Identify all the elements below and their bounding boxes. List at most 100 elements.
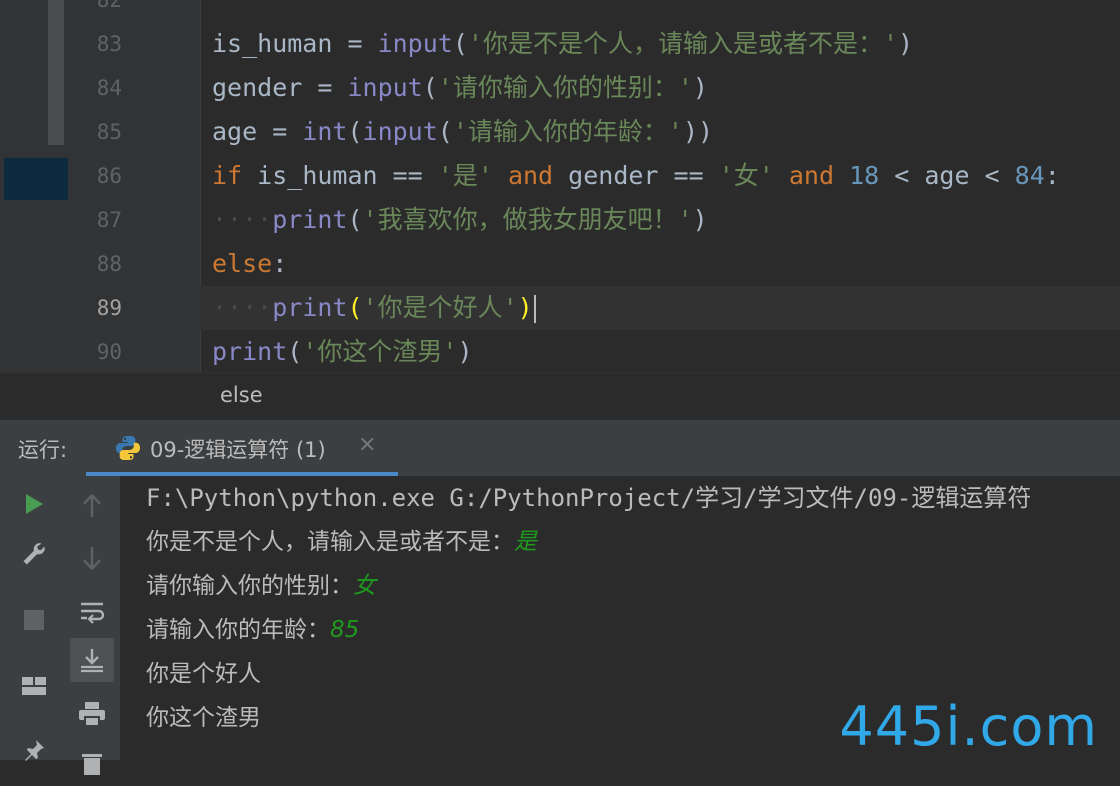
code-token: = [332, 29, 378, 58]
pin-icon [25, 740, 44, 761]
code-line-84[interactable]: gender = input('请你输入你的性别：') [212, 66, 708, 110]
code-token: ) [457, 337, 473, 366]
soft-wrap-icon [81, 602, 105, 624]
code-token: if [212, 161, 243, 190]
close-icon[interactable]: × [358, 432, 376, 457]
code-editor[interactable]: 82 83 84 85 86 87 88 89 90 is_human = in… [0, 0, 1120, 372]
code-token: '你是个好人' [362, 293, 518, 322]
console-command: F:\Python\python.exe G:/PythonProject/学习… [146, 484, 1032, 512]
code-token: 84 [1014, 161, 1045, 190]
code-token: gender == [553, 161, 719, 190]
code-token: ) [692, 205, 708, 234]
run-icon [26, 494, 43, 514]
code-token: input [347, 73, 423, 102]
clear-all-button[interactable] [70, 742, 114, 786]
code-line-86[interactable]: if is_human == '是' and gender == '女' and… [212, 154, 1060, 198]
tool-strip-highlight [4, 158, 68, 200]
code-token: ( [452, 29, 468, 58]
run-tab[interactable]: 09-逻辑运算符 (1) × [86, 420, 398, 476]
console-line: 你是不是个人，请输入是或者不是：是 [146, 520, 537, 564]
code-token: '你是不是个人，请输入是或者不是：' [467, 29, 899, 58]
left-tool-strip [0, 0, 68, 372]
code-token: else [212, 249, 273, 278]
code-token: : [272, 249, 288, 278]
line-number: 88 [96, 252, 122, 276]
code-token: input [362, 117, 438, 146]
print-button[interactable] [70, 692, 114, 736]
console-output-text: 你这个渣男 [146, 705, 261, 731]
console-line: 你是个好人 [146, 652, 261, 696]
code-token: : [1044, 161, 1060, 190]
code-token: and [788, 161, 835, 190]
code-token: < age < [879, 161, 1015, 190]
code-token: 18 [849, 161, 880, 190]
run-tab-title: 09-逻辑运算符 (1) [150, 438, 326, 462]
watermark: 445i.com [839, 695, 1098, 758]
code-token: print [272, 205, 348, 234]
console-line: 请你输入你的性别：女 [146, 564, 376, 608]
pin-tab-button[interactable] [12, 728, 56, 772]
code-token: '女' [718, 161, 774, 190]
code-token: '我喜欢你，做我女朋友吧！' [362, 205, 693, 234]
console-user-input: 85 [330, 617, 360, 643]
line-number: 82 [96, 0, 122, 12]
code-token: gender [212, 73, 303, 102]
code-line-83[interactable]: is_human = input('你是不是个人，请输入是或者不是：') [212, 22, 913, 66]
code-line-87[interactable]: ····print('我喜欢你，做我女朋友吧！') [212, 198, 708, 242]
code-token: = [302, 73, 348, 102]
code-line-89[interactable]: ····print('你是个好人') [212, 286, 536, 330]
code-token: age [212, 117, 258, 146]
code-token: ) [898, 29, 914, 58]
code-line-85[interactable]: age = int(input('请输入你的年龄：')) [212, 110, 713, 154]
line-number: 84 [96, 76, 122, 100]
breadcrumb-item[interactable]: else [220, 383, 263, 407]
matched-brace: ( [347, 293, 363, 322]
line-number: 86 [96, 164, 122, 188]
code-token: = [257, 117, 303, 146]
arrow-down-icon [83, 547, 101, 570]
line-number: 83 [96, 32, 122, 56]
console-prompt: 请你输入你的性别： [146, 573, 353, 599]
stop-button[interactable] [12, 598, 56, 642]
run-toolbar-primary [0, 476, 65, 761]
run-button[interactable] [12, 482, 56, 526]
indent-guide: ···· [212, 205, 273, 234]
code-token: int [302, 117, 348, 146]
restore-layout-button[interactable] [12, 664, 56, 708]
console-line: F:\Python\python.exe G:/PythonProject/学习… [146, 476, 1031, 520]
console-prompt: 请输入你的年龄： [146, 617, 330, 643]
code-line-88[interactable]: else: [212, 242, 287, 286]
line-number: 87 [96, 208, 122, 232]
soft-wrap-button[interactable] [70, 590, 114, 634]
code-token: and [507, 161, 554, 190]
line-number-current: 89 [96, 296, 122, 320]
code-token: is_human == [242, 161, 438, 190]
tool-strip-scroll [48, 0, 64, 145]
console-line: 请输入你的年龄：85 [146, 608, 359, 652]
code-token: ( [287, 337, 303, 366]
settings-button[interactable] [12, 532, 56, 576]
code-token: ( [347, 205, 363, 234]
code-token: print [212, 337, 288, 366]
run-toolbar-secondary [64, 476, 121, 775]
wrench-icon [23, 543, 45, 565]
console-line: 你这个渣男 [146, 696, 261, 740]
line-number-gutter[interactable]: 82 83 84 85 86 87 88 89 90 [68, 0, 200, 372]
code-token: ( [422, 73, 438, 102]
code-token: ( [437, 117, 453, 146]
console-prompt: 你是不是个人，请输入是或者不是： [146, 529, 514, 555]
scroll-down-button[interactable] [70, 536, 114, 580]
code-line-90[interactable]: print('你这个渣男') [212, 330, 473, 372]
scroll-up-button[interactable] [70, 484, 114, 528]
console-output-text: 你是个好人 [146, 661, 261, 687]
print-icon [79, 702, 105, 727]
matched-brace: ) [517, 293, 533, 322]
stop-icon [24, 610, 44, 630]
scroll-to-end-button[interactable] [70, 638, 114, 682]
run-label: 运行: [18, 438, 68, 462]
code-token: ( [347, 117, 363, 146]
scroll-to-end-icon [81, 649, 103, 673]
